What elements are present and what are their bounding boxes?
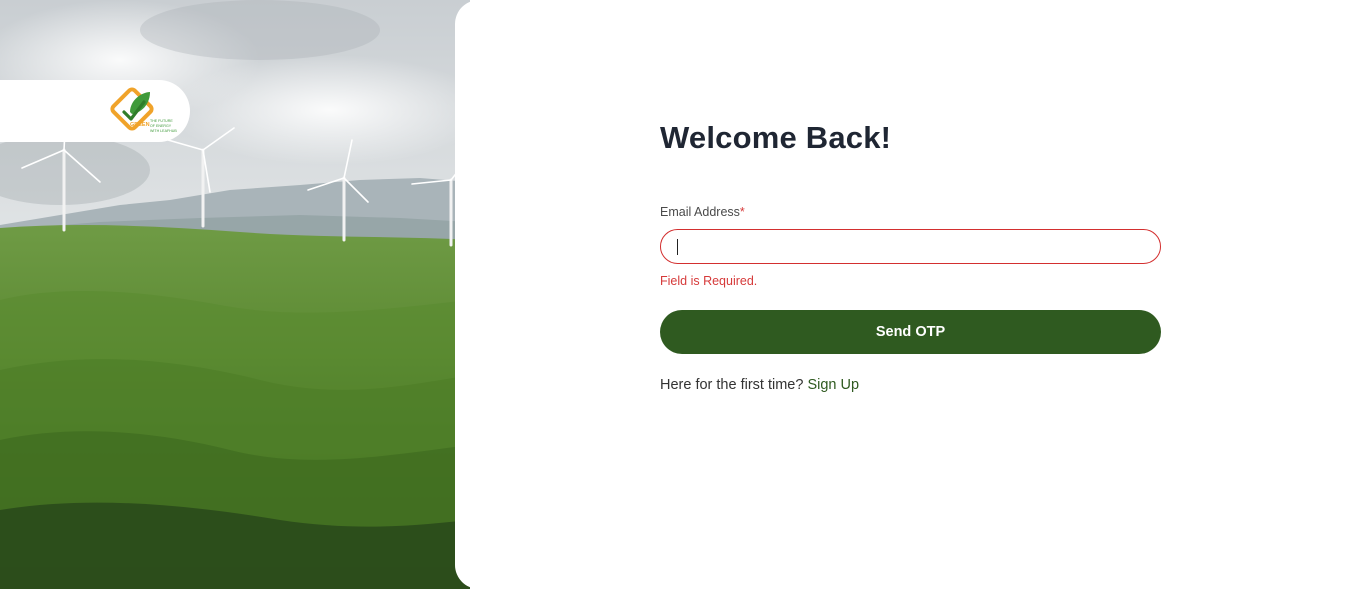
login-card: Welcome Back! Email Address* Field is Re… bbox=[455, 0, 1366, 589]
email-label-text: Email Address bbox=[660, 205, 740, 219]
svg-text:OF ENERGY: OF ENERGY bbox=[150, 124, 172, 128]
svg-text:THE FUTURE: THE FUTURE bbox=[150, 119, 173, 123]
signup-link[interactable]: Sign Up bbox=[807, 377, 859, 393]
email-field-wrapper bbox=[660, 229, 1161, 264]
brand-logo: GREEN THE FUTURE OF ENERGY WITH LEAFHUB bbox=[110, 87, 177, 133]
svg-text:WITH LEAFHUB: WITH LEAFHUB bbox=[150, 129, 177, 133]
text-cursor bbox=[677, 239, 678, 255]
required-asterisk: * bbox=[739, 205, 745, 219]
send-otp-button[interactable]: Send OTP bbox=[660, 310, 1161, 354]
email-input[interactable] bbox=[661, 230, 1160, 263]
logo-wordmark: GREEN bbox=[130, 122, 150, 128]
hero-landscape-image: GREEN THE FUTURE OF ENERGY WITH LEAFHUB bbox=[0, 0, 470, 589]
email-error-message: Field is Required. bbox=[660, 274, 758, 288]
email-label: Email Address* bbox=[660, 204, 1161, 220]
login-form: Welcome Back! Email Address* Field is Re… bbox=[660, 118, 1161, 394]
signup-prompt: Here for the first time? Sign Up bbox=[660, 376, 1161, 394]
signup-prompt-text: Here for the first time? bbox=[660, 377, 804, 393]
brand-logo-pill: GREEN THE FUTURE OF ENERGY WITH LEAFHUB bbox=[0, 80, 190, 142]
page-title: Welcome Back! bbox=[660, 120, 892, 155]
